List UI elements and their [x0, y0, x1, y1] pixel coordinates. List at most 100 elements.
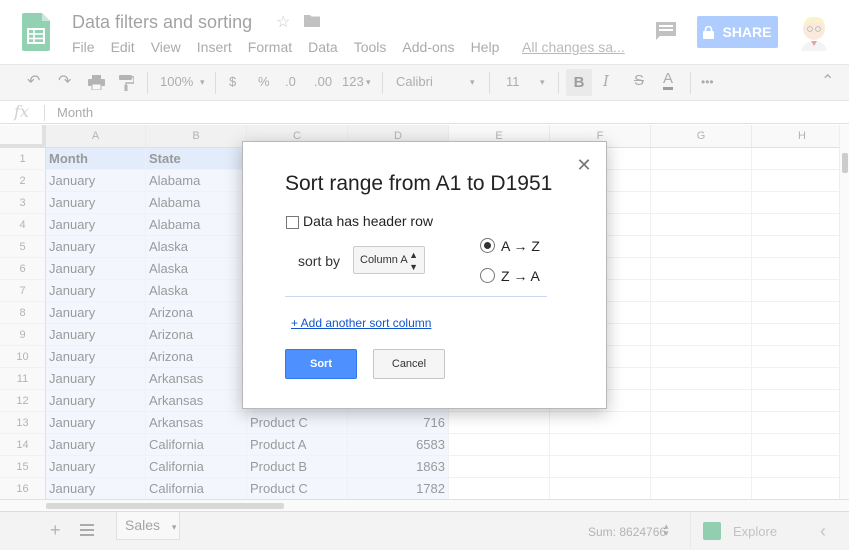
- table-cell[interactable]: Product C: [247, 412, 348, 434]
- sort-button[interactable]: Sort: [285, 349, 357, 379]
- text-color-button[interactable]: A: [663, 70, 674, 90]
- table-cell[interactable]: Alabama: [146, 170, 247, 192]
- font-chevron-down-icon[interactable]: ▾: [470, 77, 475, 88]
- column-header[interactable]: H: [752, 125, 839, 148]
- table-cell[interactable]: [449, 412, 550, 434]
- table-cell[interactable]: Alabama: [146, 192, 247, 214]
- table-cell[interactable]: [752, 324, 839, 346]
- bold-button[interactable]: B: [566, 69, 592, 96]
- row-header[interactable]: 1: [0, 148, 46, 170]
- close-icon[interactable]: ✕: [575, 156, 593, 174]
- table-cell[interactable]: [752, 346, 839, 368]
- table-cell[interactable]: [752, 302, 839, 324]
- sheet-list-icon[interactable]: [80, 524, 94, 536]
- table-cell[interactable]: January: [46, 434, 146, 456]
- table-cell[interactable]: [752, 368, 839, 390]
- column-header[interactable]: A: [46, 125, 146, 148]
- header-row-label[interactable]: Data has header row: [303, 213, 433, 229]
- horizontal-scrollbar[interactable]: [0, 499, 849, 511]
- table-cell[interactable]: [651, 412, 752, 434]
- table-cell[interactable]: Alaska: [146, 258, 247, 280]
- row-header[interactable]: 14: [0, 434, 46, 456]
- table-cell[interactable]: [752, 236, 839, 258]
- table-cell[interactable]: Month: [46, 148, 146, 170]
- table-cell[interactable]: 6583: [348, 434, 449, 456]
- table-cell[interactable]: [752, 434, 839, 456]
- table-cell[interactable]: Arizona: [146, 324, 247, 346]
- table-cell[interactable]: Alaska: [146, 236, 247, 258]
- table-cell[interactable]: Arkansas: [146, 412, 247, 434]
- table-cell[interactable]: [752, 456, 839, 478]
- table-cell[interactable]: [651, 148, 752, 170]
- table-cell[interactable]: [752, 214, 839, 236]
- table-cell[interactable]: [651, 280, 752, 302]
- document-title[interactable]: Data filters and sorting: [72, 12, 252, 33]
- row-header[interactable]: 13: [0, 412, 46, 434]
- menu-addons[interactable]: Add-ons: [402, 39, 454, 55]
- menu-file[interactable]: File: [72, 39, 95, 55]
- increase-decimal-button[interactable]: .00: [314, 74, 332, 89]
- table-cell[interactable]: [651, 214, 752, 236]
- table-cell[interactable]: January: [46, 478, 146, 499]
- print-icon[interactable]: [88, 75, 105, 90]
- font-size-select[interactable]: 11: [506, 74, 520, 89]
- table-cell[interactable]: January: [46, 280, 146, 302]
- font-size-chevron-down-icon[interactable]: ▾: [540, 77, 545, 88]
- table-cell[interactable]: [449, 478, 550, 499]
- table-cell[interactable]: Alaska: [146, 280, 247, 302]
- table-cell[interactable]: [651, 236, 752, 258]
- menu-insert[interactable]: Insert: [197, 39, 232, 55]
- row-header[interactable]: 12: [0, 390, 46, 412]
- row-header[interactable]: 9: [0, 324, 46, 346]
- table-cell[interactable]: Product B: [247, 456, 348, 478]
- table-cell[interactable]: [651, 368, 752, 390]
- table-cell[interactable]: California: [146, 478, 247, 499]
- table-cell[interactable]: January: [46, 258, 146, 280]
- column-header[interactable]: G: [651, 125, 752, 148]
- table-cell[interactable]: [651, 302, 752, 324]
- table-cell[interactable]: 1782: [348, 478, 449, 499]
- table-cell[interactable]: [550, 478, 651, 499]
- add-sort-column-link[interactable]: + Add another sort column: [291, 316, 431, 330]
- table-cell[interactable]: [651, 478, 752, 499]
- row-header[interactable]: 8: [0, 302, 46, 324]
- menu-tools[interactable]: Tools: [354, 39, 387, 55]
- table-cell[interactable]: Product A: [247, 434, 348, 456]
- row-header[interactable]: 16: [0, 478, 46, 499]
- menu-help[interactable]: Help: [471, 39, 500, 55]
- percent-format-button[interactable]: %: [258, 74, 270, 89]
- table-cell[interactable]: [752, 280, 839, 302]
- font-select[interactable]: Calibri: [396, 74, 433, 89]
- table-cell[interactable]: [651, 192, 752, 214]
- sum-chevron-icon[interactable]: ▴ ▾: [664, 522, 669, 538]
- menu-format[interactable]: Format: [248, 39, 292, 55]
- table-cell[interactable]: January: [46, 390, 146, 412]
- zoom-chevron-down-icon[interactable]: ▾: [200, 77, 205, 88]
- table-cell[interactable]: California: [146, 434, 247, 456]
- table-cell[interactable]: Alabama: [146, 214, 247, 236]
- cancel-button[interactable]: Cancel: [373, 349, 445, 379]
- table-cell[interactable]: Arizona: [146, 346, 247, 368]
- sort-az-radio[interactable]: [480, 238, 495, 253]
- avatar[interactable]: [797, 13, 831, 51]
- table-cell[interactable]: 1863: [348, 456, 449, 478]
- table-cell[interactable]: January: [46, 236, 146, 258]
- table-cell[interactable]: State: [146, 148, 247, 170]
- comment-icon[interactable]: [656, 22, 676, 40]
- table-cell[interactable]: [550, 412, 651, 434]
- vertical-scrollbar[interactable]: [839, 125, 849, 499]
- table-cell[interactable]: January: [46, 214, 146, 236]
- table-cell[interactable]: January: [46, 170, 146, 192]
- more-icon[interactable]: •••: [701, 75, 714, 89]
- table-cell[interactable]: January: [46, 346, 146, 368]
- table-cell[interactable]: [752, 170, 839, 192]
- table-cell[interactable]: [752, 148, 839, 170]
- table-cell[interactable]: [550, 434, 651, 456]
- sort-column-select[interactable]: Column A ▲ ▼: [353, 246, 425, 274]
- table-cell[interactable]: [651, 456, 752, 478]
- table-cell[interactable]: [752, 390, 839, 412]
- row-header[interactable]: 5: [0, 236, 46, 258]
- table-cell[interactable]: [651, 390, 752, 412]
- number-format-select[interactable]: 123: [342, 74, 364, 89]
- table-cell[interactable]: California: [146, 456, 247, 478]
